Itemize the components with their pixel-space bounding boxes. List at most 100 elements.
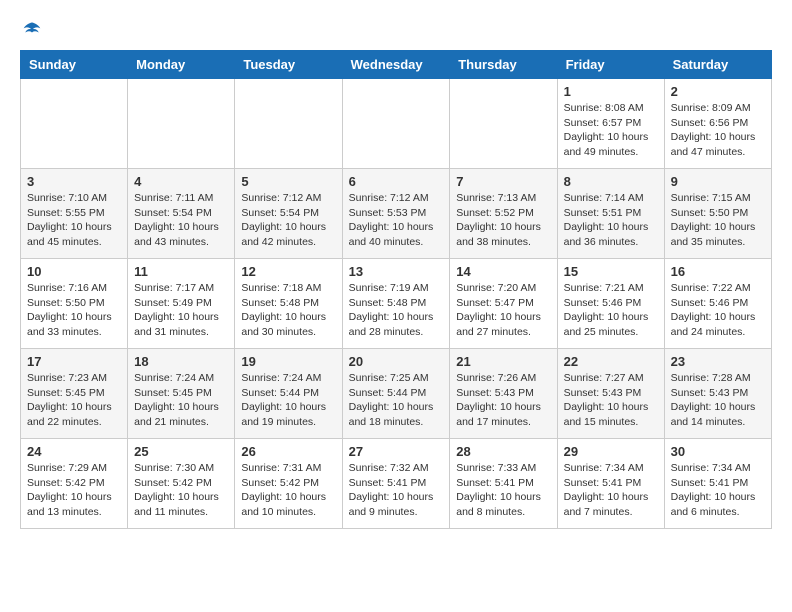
- calendar-cell: 30 Sunrise: 7:34 AM Sunset: 5:41 PM Dayli…: [664, 439, 771, 529]
- day-info: Sunrise: 7:11 AM Sunset: 5:54 PM Dayligh…: [134, 191, 228, 250]
- day-info: Sunrise: 8:09 AM Sunset: 6:56 PM Dayligh…: [671, 101, 765, 160]
- day-number: 25: [134, 444, 228, 459]
- calendar-cell: 10 Sunrise: 7:16 AM Sunset: 5:50 PM Dayli…: [21, 259, 128, 349]
- calendar-cell: 4 Sunrise: 7:11 AM Sunset: 5:54 PM Daylig…: [128, 169, 235, 259]
- day-info: Sunrise: 7:25 AM Sunset: 5:44 PM Dayligh…: [349, 371, 444, 430]
- logo-bird-icon: [22, 20, 42, 40]
- calendar-cell: 11 Sunrise: 7:17 AM Sunset: 5:49 PM Dayli…: [128, 259, 235, 349]
- day-info: Sunrise: 7:12 AM Sunset: 5:54 PM Dayligh…: [241, 191, 335, 250]
- day-info: Sunrise: 8:08 AM Sunset: 6:57 PM Dayligh…: [564, 101, 658, 160]
- day-info: Sunrise: 7:13 AM Sunset: 5:52 PM Dayligh…: [456, 191, 550, 250]
- day-info: Sunrise: 7:16 AM Sunset: 5:50 PM Dayligh…: [27, 281, 121, 340]
- day-number: 27: [349, 444, 444, 459]
- day-info: Sunrise: 7:12 AM Sunset: 5:53 PM Dayligh…: [349, 191, 444, 250]
- day-number: 24: [27, 444, 121, 459]
- calendar-week-row: 1Sunrise: 8:08 AM Sunset: 6:57 PM Daylig…: [21, 79, 772, 169]
- day-info: Sunrise: 7:28 AM Sunset: 5:43 PM Dayligh…: [671, 371, 765, 430]
- calendar-cell: 19 Sunrise: 7:24 AM Sunset: 5:44 PM Dayli…: [235, 349, 342, 439]
- calendar-cell: 28 Sunrise: 7:33 AM Sunset: 5:41 PM Dayli…: [450, 439, 557, 529]
- day-number: 26: [241, 444, 335, 459]
- calendar-cell: 9 Sunrise: 7:15 AM Sunset: 5:50 PM Daylig…: [664, 169, 771, 259]
- day-number: 4: [134, 174, 228, 189]
- calendar-week-row: 3Sunrise: 7:10 AM Sunset: 5:55 PM Daylig…: [21, 169, 772, 259]
- calendar-cell: 15 Sunrise: 7:21 AM Sunset: 5:46 PM Dayli…: [557, 259, 664, 349]
- calendar-cell: 18 Sunrise: 7:24 AM Sunset: 5:45 PM Dayli…: [128, 349, 235, 439]
- calendar-cell: [128, 79, 235, 169]
- calendar-cell: 5 Sunrise: 7:12 AM Sunset: 5:54 PM Daylig…: [235, 169, 342, 259]
- day-info: Sunrise: 7:31 AM Sunset: 5:42 PM Dayligh…: [241, 461, 335, 520]
- day-number: 7: [456, 174, 550, 189]
- day-info: Sunrise: 7:27 AM Sunset: 5:43 PM Dayligh…: [564, 371, 658, 430]
- calendar-cell: 29Sunrise: 7:34 AM Sunset: 5:41 PM Dayli…: [557, 439, 664, 529]
- weekday-header-row: SundayMondayTuesdayWednesdayThursdayFrid…: [21, 51, 772, 79]
- day-info: Sunrise: 7:24 AM Sunset: 5:45 PM Dayligh…: [134, 371, 228, 430]
- day-info: Sunrise: 7:21 AM Sunset: 5:46 PM Dayligh…: [564, 281, 658, 340]
- day-number: 19: [241, 354, 335, 369]
- day-info: Sunrise: 7:23 AM Sunset: 5:45 PM Dayligh…: [27, 371, 121, 430]
- calendar-week-row: 10 Sunrise: 7:16 AM Sunset: 5:50 PM Dayli…: [21, 259, 772, 349]
- calendar-cell: 14 Sunrise: 7:20 AM Sunset: 5:47 PM Dayli…: [450, 259, 557, 349]
- calendar-cell: 24 Sunrise: 7:29 AM Sunset: 5:42 PM Dayli…: [21, 439, 128, 529]
- calendar-cell: 21Sunrise: 7:26 AM Sunset: 5:43 PM Dayli…: [450, 349, 557, 439]
- day-number: 30: [671, 444, 765, 459]
- calendar-week-row: 24 Sunrise: 7:29 AM Sunset: 5:42 PM Dayli…: [21, 439, 772, 529]
- calendar-cell: 12 Sunrise: 7:18 AM Sunset: 5:48 PM Dayli…: [235, 259, 342, 349]
- day-info: Sunrise: 7:17 AM Sunset: 5:49 PM Dayligh…: [134, 281, 228, 340]
- calendar-cell: [235, 79, 342, 169]
- weekday-header-thursday: Thursday: [450, 51, 557, 79]
- calendar-cell: 13Sunrise: 7:19 AM Sunset: 5:48 PM Dayli…: [342, 259, 450, 349]
- calendar-cell: 22 Sunrise: 7:27 AM Sunset: 5:43 PM Dayli…: [557, 349, 664, 439]
- calendar-cell: 8Sunrise: 7:14 AM Sunset: 5:51 PM Daylig…: [557, 169, 664, 259]
- day-info: Sunrise: 7:30 AM Sunset: 5:42 PM Dayligh…: [134, 461, 228, 520]
- day-number: 9: [671, 174, 765, 189]
- day-info: Sunrise: 7:32 AM Sunset: 5:41 PM Dayligh…: [349, 461, 444, 520]
- day-info: Sunrise: 7:18 AM Sunset: 5:48 PM Dayligh…: [241, 281, 335, 340]
- calendar-cell: 17 Sunrise: 7:23 AM Sunset: 5:45 PM Dayli…: [21, 349, 128, 439]
- day-number: 10: [27, 264, 121, 279]
- calendar-cell: [450, 79, 557, 169]
- day-info: Sunrise: 7:24 AM Sunset: 5:44 PM Dayligh…: [241, 371, 335, 430]
- day-number: 12: [241, 264, 335, 279]
- day-number: 20: [349, 354, 444, 369]
- day-info: Sunrise: 7:15 AM Sunset: 5:50 PM Dayligh…: [671, 191, 765, 250]
- day-info: Sunrise: 7:22 AM Sunset: 5:46 PM Dayligh…: [671, 281, 765, 340]
- weekday-header-monday: Monday: [128, 51, 235, 79]
- calendar-cell: 16 Sunrise: 7:22 AM Sunset: 5:46 PM Dayli…: [664, 259, 771, 349]
- calendar-cell: 3Sunrise: 7:10 AM Sunset: 5:55 PM Daylig…: [21, 169, 128, 259]
- day-number: 11: [134, 264, 228, 279]
- calendar-cell: 23 Sunrise: 7:28 AM Sunset: 5:43 PM Dayli…: [664, 349, 771, 439]
- day-info: Sunrise: 7:26 AM Sunset: 5:43 PM Dayligh…: [456, 371, 550, 430]
- day-number: 18: [134, 354, 228, 369]
- day-number: 22: [564, 354, 658, 369]
- day-info: Sunrise: 7:19 AM Sunset: 5:48 PM Dayligh…: [349, 281, 444, 340]
- weekday-header-saturday: Saturday: [664, 51, 771, 79]
- day-number: 23: [671, 354, 765, 369]
- day-number: 2: [671, 84, 765, 99]
- day-info: Sunrise: 7:33 AM Sunset: 5:41 PM Dayligh…: [456, 461, 550, 520]
- day-info: Sunrise: 7:34 AM Sunset: 5:41 PM Dayligh…: [671, 461, 765, 520]
- day-info: Sunrise: 7:14 AM Sunset: 5:51 PM Dayligh…: [564, 191, 658, 250]
- calendar-cell: 6 Sunrise: 7:12 AM Sunset: 5:53 PM Daylig…: [342, 169, 450, 259]
- calendar-table: SundayMondayTuesdayWednesdayThursdayFrid…: [20, 50, 772, 529]
- day-number: 29: [564, 444, 658, 459]
- day-number: 5: [241, 174, 335, 189]
- calendar-cell: 27 Sunrise: 7:32 AM Sunset: 5:41 PM Dayli…: [342, 439, 450, 529]
- day-number: 28: [456, 444, 550, 459]
- day-info: Sunrise: 7:20 AM Sunset: 5:47 PM Dayligh…: [456, 281, 550, 340]
- calendar-cell: [342, 79, 450, 169]
- weekday-header-tuesday: Tuesday: [235, 51, 342, 79]
- weekday-header-wednesday: Wednesday: [342, 51, 450, 79]
- day-number: 14: [456, 264, 550, 279]
- calendar-cell: 20 Sunrise: 7:25 AM Sunset: 5:44 PM Dayli…: [342, 349, 450, 439]
- day-number: 15: [564, 264, 658, 279]
- calendar-cell: [21, 79, 128, 169]
- day-number: 6: [349, 174, 444, 189]
- weekday-header-sunday: Sunday: [21, 51, 128, 79]
- calendar-week-row: 17 Sunrise: 7:23 AM Sunset: 5:45 PM Dayli…: [21, 349, 772, 439]
- day-info: Sunrise: 7:29 AM Sunset: 5:42 PM Dayligh…: [27, 461, 121, 520]
- day-number: 17: [27, 354, 121, 369]
- day-info: Sunrise: 7:10 AM Sunset: 5:55 PM Dayligh…: [27, 191, 121, 250]
- page-header: [20, 20, 772, 40]
- logo: [20, 20, 42, 40]
- day-number: 16: [671, 264, 765, 279]
